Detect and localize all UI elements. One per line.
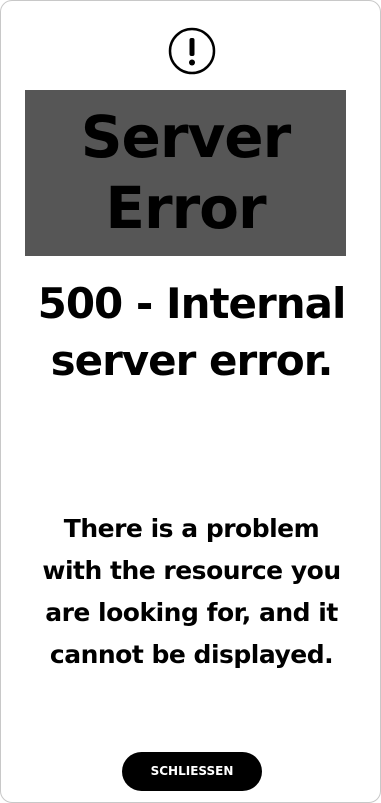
dialog-title: Server Error: [80, 103, 291, 242]
error-message: There is a problem with the resource you…: [42, 514, 341, 669]
error-code-heading: 500 - Internal server error.: [37, 279, 347, 385]
exclamation-circle-icon: [168, 27, 216, 75]
error-dialog: Server Error 500 - Internal server error…: [0, 0, 381, 803]
dialog-title-box: Server Error: [25, 90, 346, 256]
close-button[interactable]: SCHLIESSEN: [122, 752, 262, 791]
